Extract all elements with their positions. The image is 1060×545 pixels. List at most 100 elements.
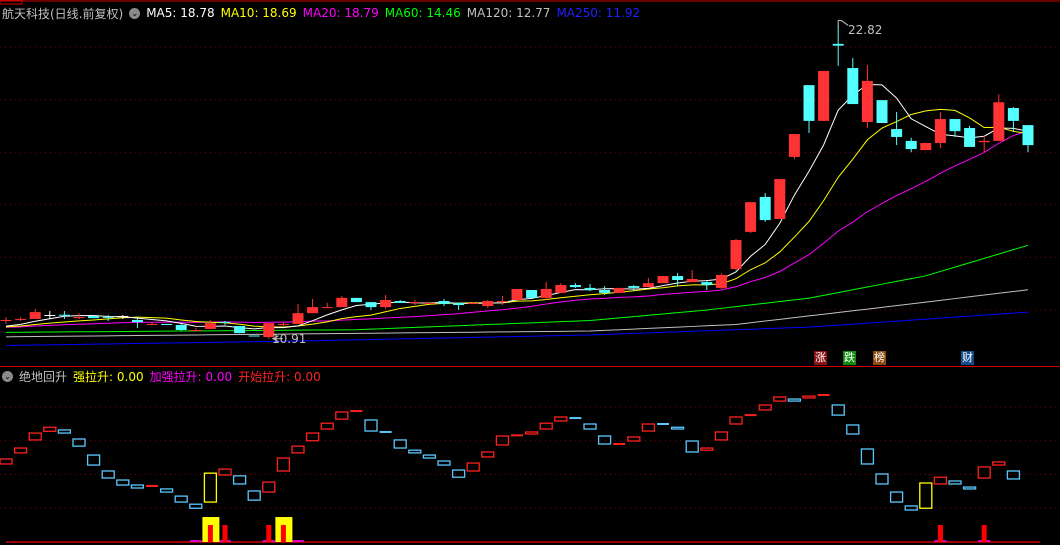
indicator-box [408,449,422,454]
indicator-box [729,416,743,425]
candle-body [292,313,304,324]
candle-body [686,278,698,283]
candle-body [277,323,289,325]
indicator-box [714,431,729,441]
candle-body [788,134,800,157]
high-price-label: 22.82 [848,23,883,37]
indicator-box [101,470,115,479]
indicator-box [992,461,1006,466]
indicator-box [685,440,699,453]
chevron-down-icon[interactable]: ⌄ [2,370,13,382]
tag-fall[interactable]: 跌 [843,351,856,365]
indicator-box [159,488,174,493]
indicator-name: 绝地回升 [19,369,68,384]
candle-body [847,68,859,105]
indicator-box [451,469,466,478]
candle-body [321,307,333,309]
candle-body [496,301,508,303]
candle-body [701,282,713,286]
candle-body [394,301,406,303]
start-rise-bar [937,524,943,542]
candle-body [380,300,392,308]
indicator-box [860,448,875,465]
candle-body [803,85,815,121]
indicator-box [422,454,437,459]
indicator-box [554,416,568,422]
candle-body [365,302,377,308]
indicator-box [364,419,378,432]
indicator-box [670,426,685,430]
candle-body [891,129,903,137]
indicator-box [481,451,495,458]
indicator-box [232,475,247,485]
candle-body [657,276,669,284]
candle-body [409,302,421,304]
tag-rise[interactable]: 涨 [814,351,827,365]
indicator-box [466,462,480,472]
chevron-down-icon[interactable]: ⌄ [129,7,141,19]
candle-body [832,43,844,46]
ma250-value: MA250: 11.92 [556,6,641,20]
tag-finance[interactable]: 财 [961,351,974,365]
start-rise-bar [981,524,987,542]
candle-body [993,102,1005,141]
ma250-line [5,311,1029,347]
candle-body [569,285,581,288]
tag-ranking[interactable]: 榜 [873,351,886,365]
candle-body [861,80,873,122]
indicator-box [320,422,334,430]
ma20-value: MA20: 18.79 [302,6,379,20]
candle-body [219,321,231,323]
start-rise-bar [222,524,228,542]
indicator-box [291,445,305,454]
indicator-box [247,490,261,501]
indicator-box [524,431,539,435]
candle-body [175,324,187,330]
indicator-box [700,447,714,451]
candle-body [29,312,41,319]
strong-rise-value: 强拉升: 0.00 [73,369,144,384]
candle-body [511,288,523,301]
indicator-box [72,438,86,447]
start-rise-value: 开始拉升: 0.00 [238,369,321,384]
indicator-box [773,396,787,402]
candle-body [1007,108,1019,121]
indicator-box [335,411,349,420]
candle-body [161,323,173,325]
candle-body [467,302,479,304]
candle-body [730,240,742,269]
indicator-box [189,503,203,509]
candle-body [248,335,260,337]
candle-body [336,297,348,308]
candle-body [555,285,567,293]
candle-body [423,302,435,304]
start-rise-bar [207,524,213,542]
ma120-value: MA120: 12.77 [466,6,551,20]
candle-body [117,316,129,318]
candle-body [146,323,158,325]
indicator-box [889,491,904,503]
candle-body [628,286,640,288]
indicator-box [787,398,802,402]
high-flag-icon [837,19,849,28]
main-chart-header: 航天科技(日线.前复权) ⌄ MA5: 18.78 MA10: 18.69 MA… [2,5,646,21]
candle-body [964,128,976,147]
indicator-box [583,423,597,430]
ma10-value: MA10: 18.69 [220,6,297,20]
indicator-box [86,454,101,466]
stock-chart[interactable] [0,0,1060,545]
indicator-box [597,435,612,445]
low-price-label: 10.91 [272,332,307,346]
indicator-box [116,479,130,486]
candle-body [774,179,786,220]
candle-body [934,119,946,143]
candle-body [453,302,465,306]
candle-body [745,202,757,232]
indicator-box [919,482,933,509]
indicator-box [948,480,962,485]
candle-body [58,314,70,316]
candle-body [190,329,202,331]
candle-body [526,290,538,298]
candle-body [438,301,450,304]
candle-body [482,301,494,307]
